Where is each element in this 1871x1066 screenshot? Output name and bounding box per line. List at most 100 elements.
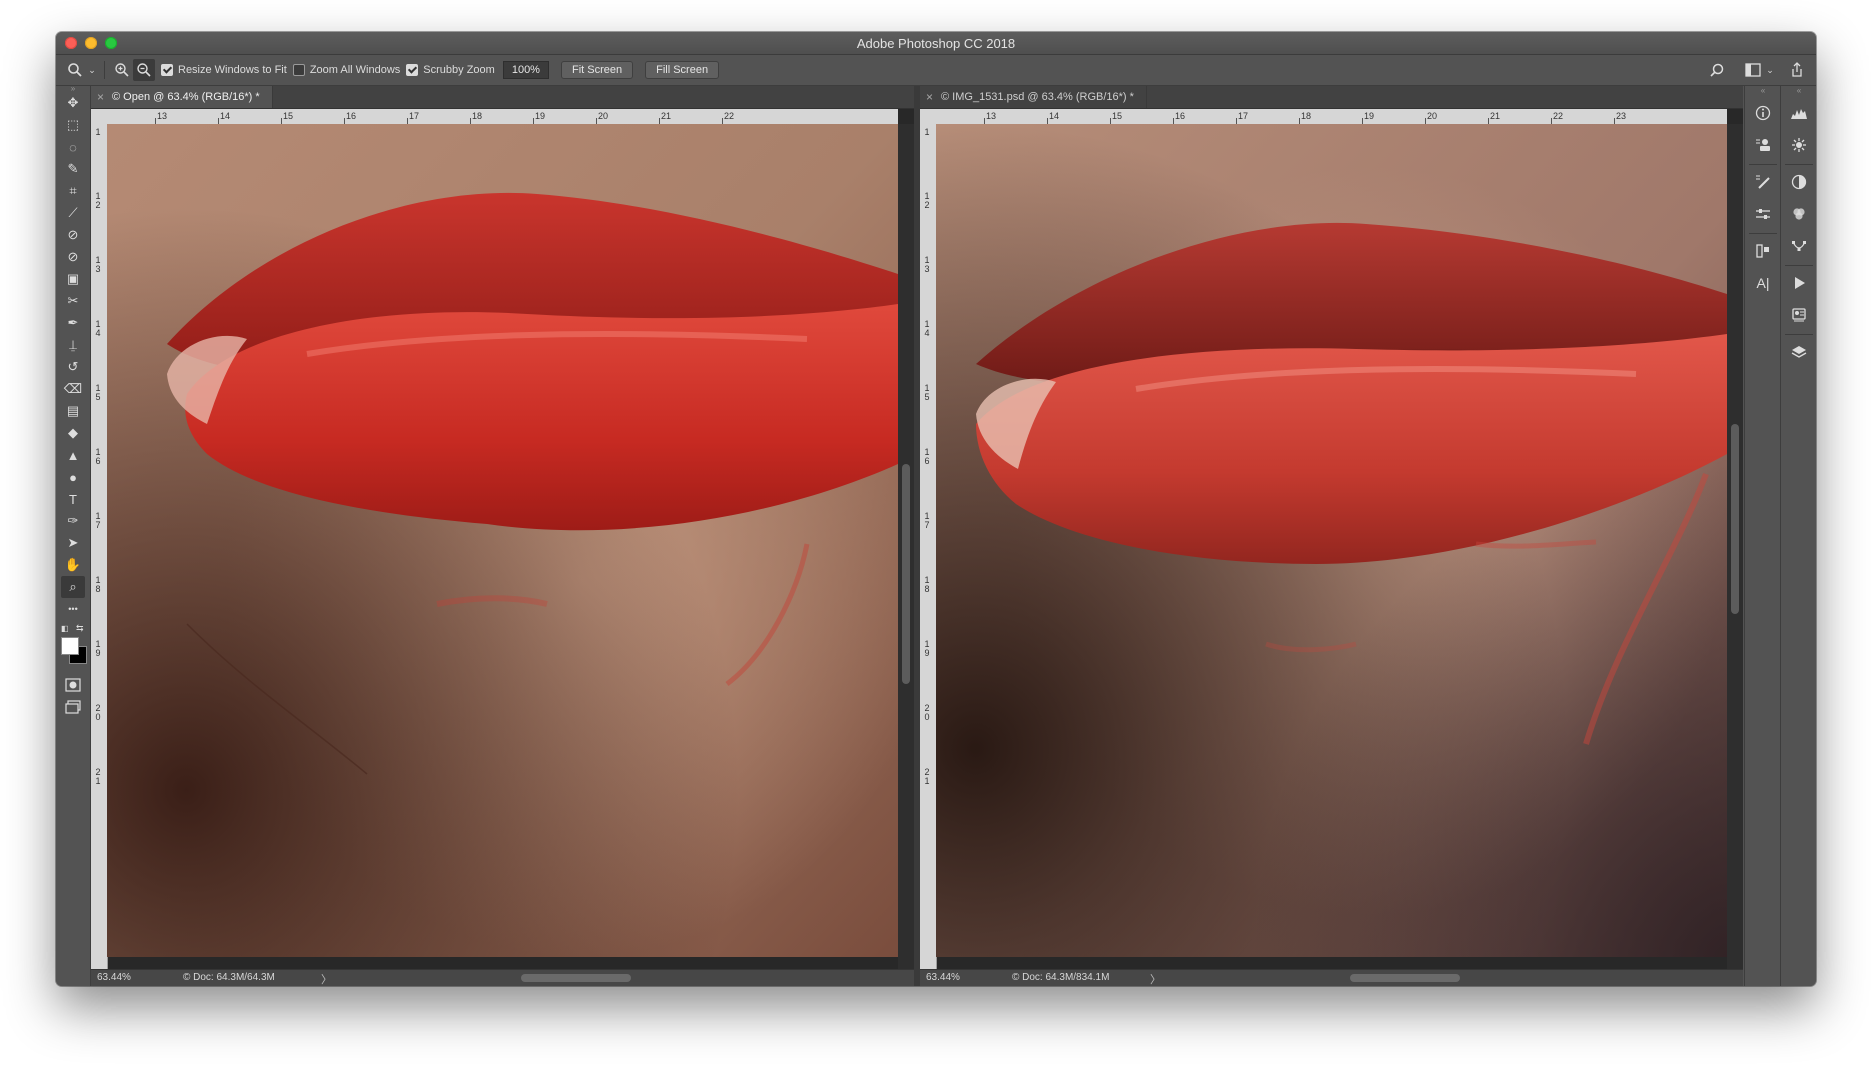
quick-selection-tool-icon[interactable]: ✎	[61, 158, 85, 180]
search-icon[interactable]	[1706, 59, 1728, 81]
dodge-tool-icon[interactable]: ●	[61, 466, 85, 488]
info-panel-icon[interactable]	[1750, 100, 1776, 126]
scrubby-zoom-check-icon	[406, 64, 419, 76]
move-tool-icon[interactable]: ✥	[61, 92, 85, 114]
status-menu-arrow[interactable]: 〉	[321, 971, 332, 986]
histogram-panel-icon[interactable]	[1786, 100, 1812, 126]
actions-panel-icon[interactable]	[1786, 270, 1812, 296]
close-tab-icon[interactable]: ×	[97, 90, 104, 104]
ruler-tick-label: 17	[1238, 111, 1249, 121]
channels-panel-icon[interactable]	[1786, 201, 1812, 227]
ruler-tick-label: 13	[157, 111, 168, 121]
libraries-panel-icon[interactable]	[1786, 302, 1812, 328]
paths-panel-icon[interactable]	[1786, 233, 1812, 259]
navigator-panel-icon[interactable]	[1786, 132, 1812, 158]
resize-windows-checkbox[interactable]: Resize Windows to Fit	[161, 64, 287, 76]
gradient-tool-icon[interactable]: ▤	[61, 400, 85, 422]
document-tab-open[interactable]: × © Open @ 63.4% (RGB/16*) *	[91, 86, 273, 108]
status-menu-arrow[interactable]: 〉	[1150, 971, 1161, 986]
zoom-level-field[interactable]: 63.44%	[97, 972, 131, 983]
ruler-tick-label: 1 9	[95, 639, 101, 658]
marquee-tool-icon[interactable]: ⬚	[61, 114, 85, 136]
sharpen-tool-icon[interactable]: ▲	[61, 444, 85, 466]
ruler-tick-label: 1 7	[95, 511, 101, 530]
swap-colors-icon[interactable]: ⇆	[76, 623, 84, 634]
canvas[interactable]	[107, 124, 898, 970]
properties-panel-icon[interactable]	[1750, 132, 1776, 158]
pen-tool-icon[interactable]: ✑	[61, 510, 85, 532]
adjustments-sliders-icon[interactable]	[1750, 201, 1776, 227]
screen-mode-icon[interactable]	[61, 696, 85, 718]
horizontal-ruler[interactable]: 13 14 15 16 17 18 19 20 21 22 23	[936, 109, 1727, 125]
ruler-tick-label: 1 4	[95, 319, 101, 338]
vertical-scrollbar[interactable]	[898, 124, 914, 970]
healing-brush-tool-icon[interactable]: ⊘	[61, 246, 85, 268]
fit-screen-button[interactable]: Fit Screen	[560, 61, 634, 79]
ruler-tick-label: 15	[1112, 111, 1123, 121]
brush-settings-icon[interactable]	[1750, 169, 1776, 195]
type-tool-icon[interactable]: T	[61, 488, 85, 510]
lasso-tool-icon[interactable]: ◌	[61, 136, 85, 158]
mores-tool-icon[interactable]: •••	[61, 598, 85, 620]
horizontal-scroll-thumb[interactable]	[521, 974, 631, 982]
ruler-tick-label: 14	[1049, 111, 1060, 121]
default-colors-icon[interactable]: ◧	[61, 624, 69, 633]
dock-collapse-icon[interactable]: «	[1745, 86, 1781, 96]
status-bar: 63.44% © Doc: 64.3M/834.1M 〉	[920, 969, 1743, 986]
spot-healing-tool-icon[interactable]: ⊘	[61, 224, 85, 246]
history-brush-tool-icon[interactable]: ↺	[61, 356, 85, 378]
vertical-scrollbar[interactable]	[1727, 124, 1743, 970]
workspace-switcher-icon[interactable]	[1742, 59, 1764, 81]
eyedropper-tool-icon[interactable]: ⟋	[61, 202, 85, 224]
share-icon[interactable]	[1786, 59, 1808, 81]
tool-preset-dropdown-icon[interactable]: ⌄	[86, 59, 98, 81]
zoom-tool-preset-icon[interactable]	[64, 59, 86, 81]
ruler-tick-label: 15	[283, 111, 294, 121]
eraser-tool-icon[interactable]: ⌫	[61, 378, 85, 400]
character-panel-icon[interactable]: A|	[1750, 270, 1776, 296]
clone-source-icon[interactable]	[1750, 238, 1776, 264]
content-aware-move-tool-icon[interactable]: ✂	[61, 290, 85, 312]
clone-stamp-tool-icon[interactable]: ⍊	[61, 334, 85, 356]
zoom-all-windows-label: Zoom All Windows	[309, 64, 401, 76]
foreground-color-swatch[interactable]	[61, 637, 79, 655]
ruler-tick-label: 1 3	[95, 255, 101, 274]
blur-tool-icon[interactable]: ◆	[61, 422, 85, 444]
document-tab-img-1531[interactable]: × © IMG_1531.psd @ 63.4% (RGB/16*) *	[920, 86, 1147, 108]
vertical-scroll-thumb[interactable]	[902, 464, 910, 684]
ruler-tick-label: 13	[986, 111, 997, 121]
zoom-in-icon[interactable]	[111, 59, 133, 81]
vertical-scroll-thumb[interactable]	[1731, 424, 1739, 614]
brush-tool-icon[interactable]: ✒	[61, 312, 85, 334]
crop-tool-icon[interactable]: ⌗	[61, 180, 85, 202]
zoom-out-icon[interactable]	[133, 59, 155, 81]
vertical-ruler[interactable]: 1 1 2 1 3 1 4 1 5 1 6 1 7 1 8 1 9 2 0 2 1	[91, 124, 108, 970]
ruler-origin[interactable]	[920, 109, 937, 125]
ruler-tick-label: 1 2	[924, 191, 930, 210]
zoom-tool-icon[interactable]: ⌕	[61, 576, 85, 598]
document-window-open: × © Open @ 63.4% (RGB/16*) * 13 14 15 16 17 1…	[91, 86, 914, 986]
ruler-tick-label: 23	[1616, 111, 1627, 121]
close-tab-icon[interactable]: ×	[926, 90, 933, 104]
zoom-all-windows-checkbox[interactable]: Zoom All Windows	[292, 64, 401, 76]
fill-screen-button[interactable]: Fill Screen	[645, 61, 720, 79]
path-selection-tool-icon[interactable]: ➤	[61, 532, 85, 554]
zoom-percent-field[interactable]: 100%	[502, 61, 549, 79]
patch-tool-icon[interactable]: ▣	[61, 268, 85, 290]
vertical-ruler[interactable]: 1 1 2 1 3 1 4 1 5 1 6 1 7 1 8 1 9 2 0 2 1	[920, 124, 937, 970]
title-bar: Adobe Photoshop CC 2018	[56, 32, 1816, 55]
dock-expand-icon[interactable]: «	[1781, 86, 1816, 96]
canvas[interactable]	[936, 124, 1727, 970]
horizontal-scroll-thumb[interactable]	[1350, 974, 1460, 982]
hand-tool-icon[interactable]: ✋	[61, 554, 85, 576]
scrubby-zoom-checkbox[interactable]: Scrubby Zoom	[406, 64, 495, 76]
adjustments-panel-icon[interactable]	[1786, 169, 1812, 195]
ruler-origin[interactable]	[91, 109, 108, 125]
quick-mask-icon[interactable]	[61, 674, 85, 696]
layers-panel-icon[interactable]	[1786, 339, 1812, 365]
zoom-level-field[interactable]: 63.44%	[926, 972, 960, 983]
workspace-dropdown-icon[interactable]: ⌄	[1764, 59, 1776, 81]
ruler-tick-label: 1 5	[924, 383, 930, 402]
ruler-tick-label: 1 7	[924, 511, 930, 530]
horizontal-ruler[interactable]: 13 14 15 16 17 18 19 20 21 22	[107, 109, 898, 125]
